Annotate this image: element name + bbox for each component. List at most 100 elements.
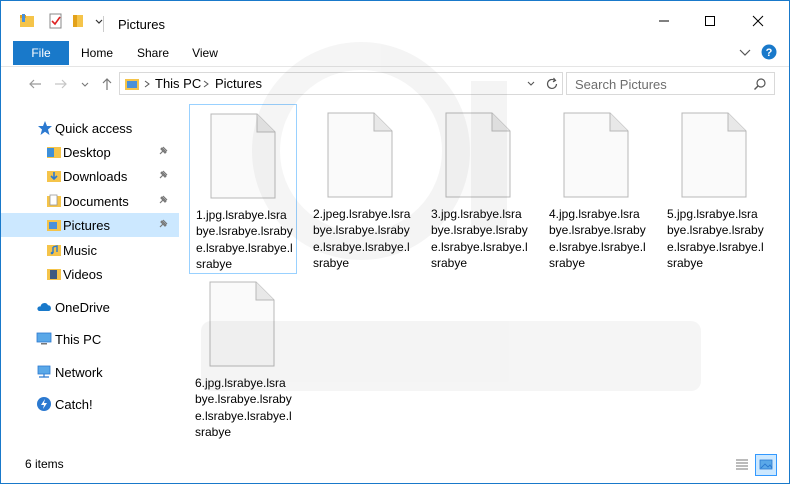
back-button[interactable] xyxy=(25,74,45,94)
sidebar-item-onedrive[interactable]: OneDrive xyxy=(1,295,179,319)
tab-file[interactable]: File xyxy=(13,41,69,65)
chevron-right-icon xyxy=(144,80,150,88)
sidebar-item-label: Desktop xyxy=(63,145,111,160)
music-icon xyxy=(47,245,61,256)
sidebar-item-label: Music xyxy=(63,243,97,258)
network-icon xyxy=(37,365,51,378)
chevron-down-icon[interactable] xyxy=(91,13,107,29)
close-button[interactable] xyxy=(735,1,781,41)
sidebar-item-quick-access[interactable]: Quick access xyxy=(1,116,179,140)
sidebar-item-label: Downloads xyxy=(63,169,128,184)
refresh-icon xyxy=(546,77,558,90)
title-bar: Pictures xyxy=(1,1,789,41)
file-name: 6.jpg.lsrabye.lsra bye.lsrabye.lsraby e.ls… xyxy=(195,376,292,439)
pin-icon[interactable] xyxy=(157,194,169,206)
document-icon xyxy=(445,112,511,198)
file-item[interactable]: 2.jpeg.lsrabye.lsra bye.lsrabye.lsraby e.l… xyxy=(307,104,415,274)
document-icon xyxy=(563,112,629,198)
folder-icon xyxy=(47,147,61,158)
sidebar-item-downloads[interactable]: Downloads xyxy=(1,164,179,188)
help-icon: ? xyxy=(761,44,777,60)
details-view-icon xyxy=(736,459,748,470)
sidebar-item-network[interactable]: Network xyxy=(1,360,179,384)
folder-app-icon xyxy=(19,13,35,29)
sidebar-item-label: Network xyxy=(55,365,103,380)
help-button[interactable]: ? xyxy=(761,44,777,63)
svg-text:?: ? xyxy=(766,47,773,59)
star-icon xyxy=(38,121,52,135)
sidebar-item-pictures[interactable]: Pictures xyxy=(1,213,179,237)
sidebar-item-label: Pictures xyxy=(63,218,110,233)
sidebar-item-documents[interactable]: Documents xyxy=(1,189,179,213)
sidebar-item-desktop[interactable]: Desktop xyxy=(1,140,179,164)
sidebar-item-label: Videos xyxy=(63,267,103,282)
ribbon-tabs: File Home Share View ? xyxy=(1,41,789,67)
title-divider xyxy=(103,16,104,32)
file-name: 1.jpg.lsrabye.lsra bye.lsrabye.lsraby e.ls… xyxy=(196,208,293,271)
pin-icon[interactable] xyxy=(157,145,169,157)
minimize-icon xyxy=(659,20,669,22)
sidebar-item-label: Quick access xyxy=(55,121,133,136)
sidebar-item-label: This PC xyxy=(55,332,102,347)
pin-icon[interactable] xyxy=(157,169,169,181)
document-icon xyxy=(210,113,276,199)
breadcrumb-this-pc[interactable]: This PC xyxy=(155,76,201,91)
arrow-right-icon xyxy=(55,79,67,89)
pictures-folder-icon xyxy=(125,79,139,90)
navigation-bar: This PC Pictures Search Pictures xyxy=(1,67,789,101)
arrow-left-icon xyxy=(29,79,41,89)
tab-home[interactable]: Home xyxy=(77,41,117,66)
pin-icon[interactable] xyxy=(157,218,169,230)
up-button[interactable] xyxy=(97,74,117,94)
document-icon xyxy=(681,112,747,198)
sidebar-item-label: Documents xyxy=(63,194,129,209)
pictures-icon xyxy=(47,220,61,231)
file-item[interactable]: 5.jpg.lsrabye.lsra bye.lsrabye.lsraby e.ls… xyxy=(661,104,769,274)
sidebar-item-music[interactable]: Music xyxy=(1,238,179,262)
sidebar-item-videos[interactable]: Videos xyxy=(1,262,179,286)
expand-ribbon-button[interactable] xyxy=(738,45,752,62)
file-item[interactable]: 3.jpg.lsrabye.lsra bye.lsrabye.lsraby e.ls… xyxy=(425,104,533,274)
large-icons-view-button[interactable] xyxy=(755,454,777,476)
chevron-down-icon xyxy=(527,81,535,86)
sidebar-item-label: OneDrive xyxy=(55,300,110,315)
navigation-pane: Quick access Desktop Downloads Documents… xyxy=(1,101,179,449)
tab-view[interactable]: View xyxy=(187,41,223,66)
sidebar-item-catch[interactable]: Catch! xyxy=(1,392,179,416)
chevron-right-icon xyxy=(203,80,209,88)
file-name: 4.jpg.lsrabye.lsra bye.lsrabye.lsraby e.ls… xyxy=(549,207,646,270)
minimize-button[interactable] xyxy=(641,1,687,41)
downloads-icon xyxy=(47,171,61,182)
file-item[interactable]: 4.jpg.lsrabye.lsra bye.lsrabye.lsraby e.ls… xyxy=(543,104,651,274)
search-icon xyxy=(754,78,766,90)
sidebar-item-this-pc[interactable]: This PC xyxy=(1,327,179,351)
file-name: 2.jpeg.lsrabye.lsra bye.lsrabye.lsraby e.l… xyxy=(313,207,411,270)
document-icon xyxy=(327,112,393,198)
videos-icon xyxy=(47,269,61,280)
documents-icon xyxy=(47,194,61,207)
catch-icon xyxy=(37,397,51,411)
file-item[interactable]: 6.jpg.lsrabye.lsra bye.lsrabye.lsraby e.ls… xyxy=(189,273,297,443)
close-icon xyxy=(752,15,764,27)
tab-share[interactable]: Share xyxy=(133,41,173,66)
recent-locations-button[interactable] xyxy=(75,74,95,94)
computer-icon xyxy=(36,332,52,345)
search-input[interactable]: Search Pictures xyxy=(566,72,775,95)
arrow-up-icon xyxy=(102,78,112,90)
breadcrumb-pictures[interactable]: Pictures xyxy=(215,76,262,91)
file-item[interactable]: 1.jpg.lsrabye.lsra bye.lsrabye.lsraby e.ls… xyxy=(189,104,297,274)
new-folder-icon[interactable] xyxy=(71,13,87,29)
details-view-button[interactable] xyxy=(731,454,753,476)
forward-button[interactable] xyxy=(51,74,71,94)
document-icon xyxy=(209,281,275,367)
properties-icon[interactable] xyxy=(48,13,64,29)
explorer-window: Pictures File Home Share View ? This PC … xyxy=(0,0,790,484)
large-icons-view-icon xyxy=(759,459,773,470)
file-view: 1.jpg.lsrabye.lsra bye.lsrabye.lsraby e.ls… xyxy=(185,101,789,449)
file-name: 3.jpg.lsrabye.lsra bye.lsrabye.lsraby e.ls… xyxy=(431,207,528,270)
maximize-button[interactable] xyxy=(687,1,733,41)
cloud-icon xyxy=(37,303,51,311)
item-count: 6 items xyxy=(25,457,64,471)
address-bar[interactable]: This PC Pictures xyxy=(119,72,563,95)
status-bar: 6 items xyxy=(1,449,789,483)
